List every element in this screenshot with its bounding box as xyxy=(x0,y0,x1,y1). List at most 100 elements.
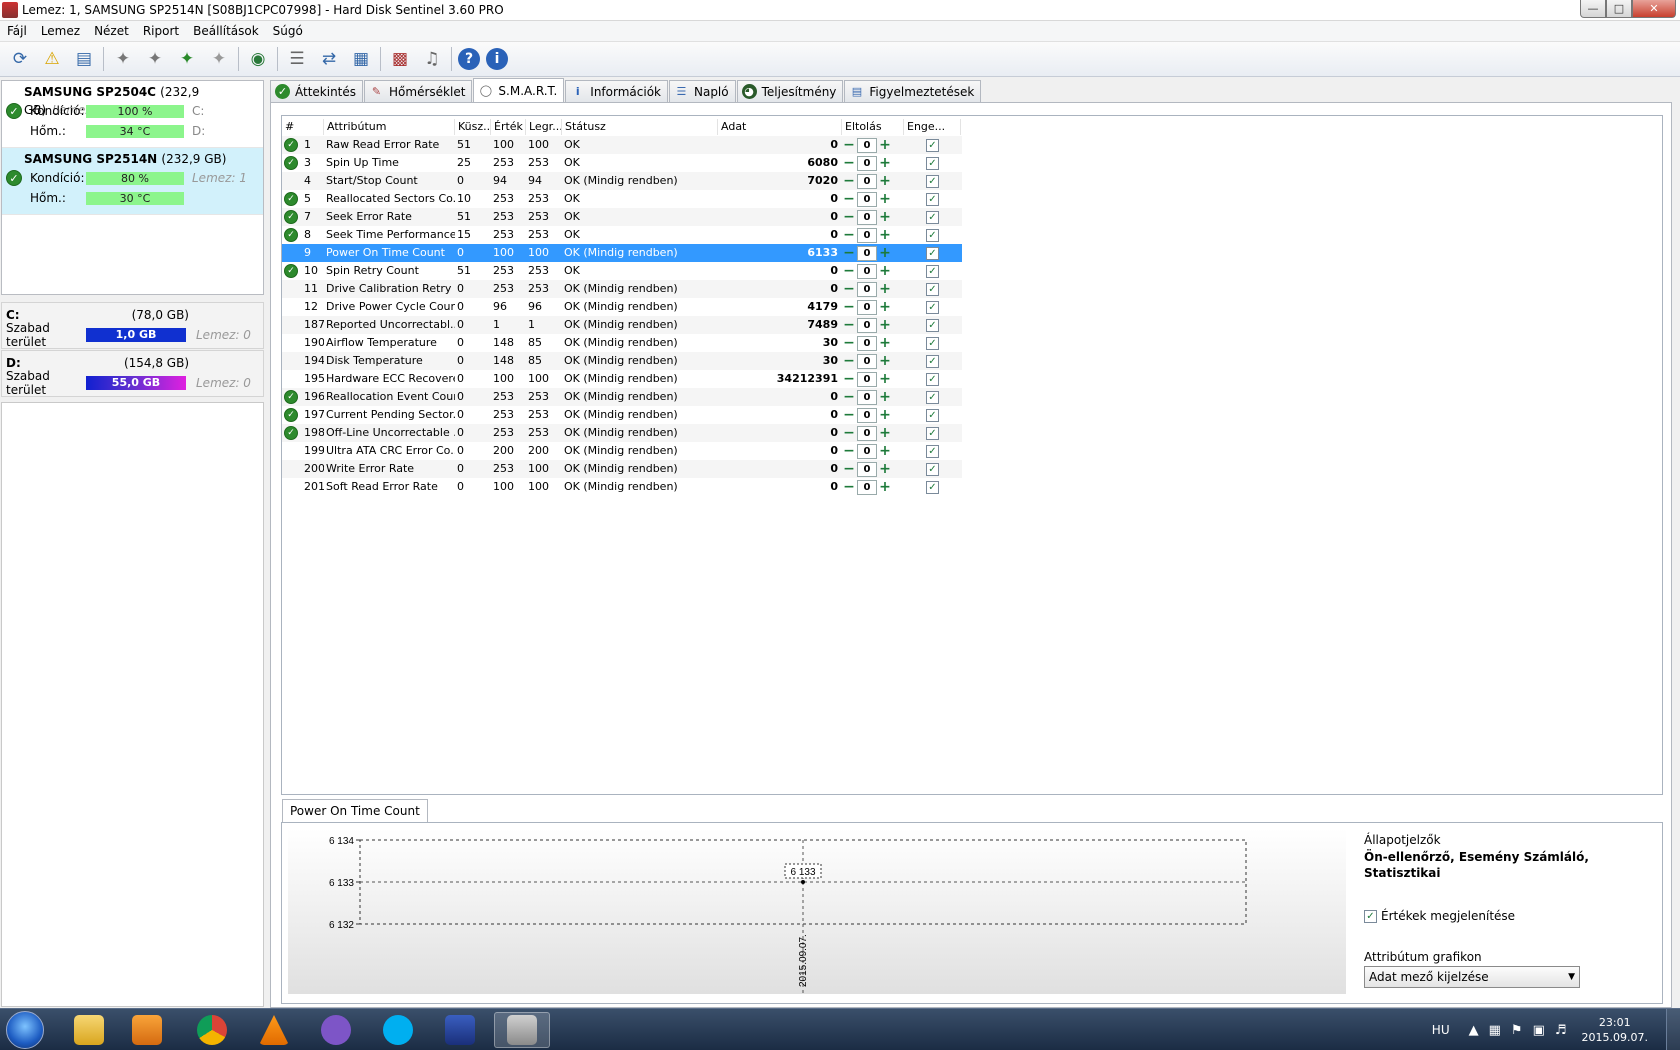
enabled-checkbox[interactable]: ✓ xyxy=(926,300,939,314)
table-row[interactable]: ✓ 5 Reallocated Sectors Co... 10 253 253 OK 0−0… xyxy=(282,190,962,208)
table-row[interactable]: ✓ 196 Reallocation Event Count 0 253 253 OK (M… xyxy=(282,388,962,406)
satellite-icon[interactable]: ✦ xyxy=(110,46,136,72)
table-row[interactable]: 12 Drive Power Cycle Count 0 96 96 OK (Mindig… xyxy=(282,298,962,316)
enabled-checkbox[interactable]: ✓ xyxy=(926,390,939,404)
plus-icon[interactable]: + xyxy=(878,173,892,189)
hdsentinel-icon[interactable] xyxy=(494,1012,550,1048)
enabled-checkbox[interactable]: ✓ xyxy=(926,138,939,152)
table-row[interactable]: 194 Disk Temperature 0 148 85 OK (Mindig rend… xyxy=(282,352,962,370)
offset-input[interactable]: 0 xyxy=(857,317,877,333)
refresh-icon[interactable]: ⟳ xyxy=(7,46,33,72)
info-icon[interactable]: i xyxy=(486,48,508,70)
plus-icon[interactable]: + xyxy=(878,245,892,261)
table-row[interactable]: ✓ 3 Spin Up Time 25 253 253 OK 6080−0 + ✓ xyxy=(282,154,962,172)
report-icon[interactable]: ☰ xyxy=(284,46,310,72)
enabled-checkbox[interactable]: ✓ xyxy=(926,282,939,296)
sync-icon[interactable]: ⇄ xyxy=(316,46,342,72)
globe-icon[interactable]: ◉ xyxy=(245,46,271,72)
col-header-attribute[interactable]: Attribútum xyxy=(324,119,455,135)
tray-expand-icon[interactable]: ▲ xyxy=(1469,1023,1479,1038)
offset-input[interactable]: 0 xyxy=(857,191,877,207)
enabled-checkbox[interactable]: ✓ xyxy=(926,444,939,458)
minus-icon[interactable]: − xyxy=(842,155,856,171)
plus-icon[interactable]: + xyxy=(878,191,892,207)
skype-icon[interactable] xyxy=(370,1012,426,1048)
table-row[interactable]: 190 Airflow Temperature 0 148 85 OK (Mindig r… xyxy=(282,334,962,352)
tab-figyelmeztetesek[interactable]: ▤ Figyelmeztetések xyxy=(844,80,982,102)
graph-tab[interactable]: Power On Time Count xyxy=(282,799,428,823)
table-row[interactable]: 200 Write Error Rate 0 253 100 OK (Mindig ren… xyxy=(282,460,962,478)
enabled-checkbox[interactable]: ✓ xyxy=(926,192,939,206)
menu-fajl[interactable]: Fájl xyxy=(0,24,34,38)
enabled-checkbox[interactable]: ✓ xyxy=(926,426,939,440)
minus-icon[interactable]: − xyxy=(842,461,856,477)
hdsentinel-save-icon[interactable] xyxy=(432,1012,488,1048)
sound-icon[interactable]: ♫ xyxy=(419,46,445,72)
table-row[interactable]: 201 Soft Read Error Rate 0 100 100 OK (Mindig… xyxy=(282,478,962,496)
table-row[interactable]: 11 Drive Calibration Retry ... 0 253 253 OK (… xyxy=(282,280,962,298)
tab-smart[interactable]: ◯ S.M.A.R.T. xyxy=(473,78,565,102)
enabled-checkbox[interactable]: ✓ xyxy=(926,174,939,188)
enabled-checkbox[interactable]: ✓ xyxy=(926,228,939,242)
help-icon[interactable]: ? xyxy=(458,48,480,70)
enabled-checkbox[interactable]: ✓ xyxy=(926,336,939,350)
menu-lemez[interactable]: Lemez xyxy=(34,24,87,38)
col-header-id[interactable]: # xyxy=(282,119,324,135)
enabled-checkbox[interactable]: ✓ xyxy=(926,156,939,170)
offset-input[interactable]: 0 xyxy=(857,425,877,441)
offset-input[interactable]: 0 xyxy=(857,137,877,153)
minus-icon[interactable]: − xyxy=(842,137,856,153)
offset-input[interactable]: 0 xyxy=(857,299,877,315)
plus-icon[interactable]: + xyxy=(878,389,892,405)
disk-item-1[interactable]: SAMSUNG SP2514N (232,9 GB) ✓ Kondíció: 8… xyxy=(2,148,263,215)
show-values-checkbox[interactable]: ✓ Értékek megjelenítése xyxy=(1364,909,1515,923)
menu-nezet[interactable]: Nézet xyxy=(87,24,136,38)
maximize-button[interactable]: □ xyxy=(1606,0,1632,18)
minus-icon[interactable]: − xyxy=(842,173,856,189)
minus-icon[interactable]: − xyxy=(842,425,856,441)
offset-input[interactable]: 0 xyxy=(857,155,877,171)
plus-icon[interactable]: + xyxy=(878,263,892,279)
minus-icon[interactable]: − xyxy=(842,353,856,369)
offset-input[interactable]: 0 xyxy=(857,281,877,297)
plus-icon[interactable]: + xyxy=(878,479,892,495)
table-row[interactable]: 9 Power On Time Count 0 100 100 OK (Mindig re… xyxy=(282,244,962,262)
checkbox-icon[interactable]: ✓ xyxy=(1364,909,1377,923)
table-row[interactable]: ✓ 7 Seek Error Rate 51 253 253 OK 0−0 + ✓ xyxy=(282,208,962,226)
disk-icon[interactable]: ▤ xyxy=(71,46,97,72)
plus-icon[interactable]: + xyxy=(878,407,892,423)
enabled-checkbox[interactable]: ✓ xyxy=(926,264,939,278)
satellite-icon[interactable]: ✦ xyxy=(142,46,168,72)
col-header-threshold[interactable]: Küsz... xyxy=(455,119,491,135)
minus-icon[interactable]: − xyxy=(842,317,856,333)
close-button[interactable]: ✕ xyxy=(1632,0,1676,18)
col-header-enabled[interactable]: Enge... xyxy=(904,119,961,135)
enabled-checkbox[interactable]: ✓ xyxy=(926,318,939,332)
minus-icon[interactable]: − xyxy=(842,299,856,315)
offset-input[interactable]: 0 xyxy=(857,335,877,351)
plus-icon[interactable]: + xyxy=(878,281,892,297)
menu-beallitasok[interactable]: Beállítások xyxy=(186,24,266,38)
offset-input[interactable]: 0 xyxy=(857,389,877,405)
col-header-worst[interactable]: Legr... xyxy=(526,119,562,135)
plus-icon[interactable]: + xyxy=(878,461,892,477)
tab-attekintes[interactable]: ✓ Áttekintés xyxy=(270,80,364,102)
plus-icon[interactable]: + xyxy=(878,335,892,351)
minimize-button[interactable]: — xyxy=(1580,0,1606,18)
minus-icon[interactable]: − xyxy=(842,245,856,261)
offset-input[interactable]: 0 xyxy=(857,371,877,387)
language-indicator[interactable]: HU xyxy=(1432,1023,1450,1037)
offset-input[interactable]: 0 xyxy=(857,461,877,477)
enabled-checkbox[interactable]: ✓ xyxy=(926,462,939,476)
minus-icon[interactable]: − xyxy=(842,407,856,423)
minus-icon[interactable]: − xyxy=(842,335,856,351)
volume-item-c[interactable]: C: (78,0 GB) Szabad terület 1,0 GB Lemez:… xyxy=(1,302,264,349)
disk-item-0[interactable]: SAMSUNG SP2504C (232,9 GB) Lemez: 0 ✓ Kon… xyxy=(2,81,263,148)
plus-icon[interactable]: + xyxy=(878,425,892,441)
start-button[interactable] xyxy=(6,1011,44,1049)
table-row[interactable]: 4 Start/Stop Count 0 94 94 OK (Mindig rendben… xyxy=(282,172,962,190)
minus-icon[interactable]: − xyxy=(842,191,856,207)
col-header-status[interactable]: Státusz xyxy=(562,119,718,135)
plus-icon[interactable]: + xyxy=(878,443,892,459)
tab-homerseklet[interactable]: ✎ Hőmérséklet xyxy=(364,80,473,102)
